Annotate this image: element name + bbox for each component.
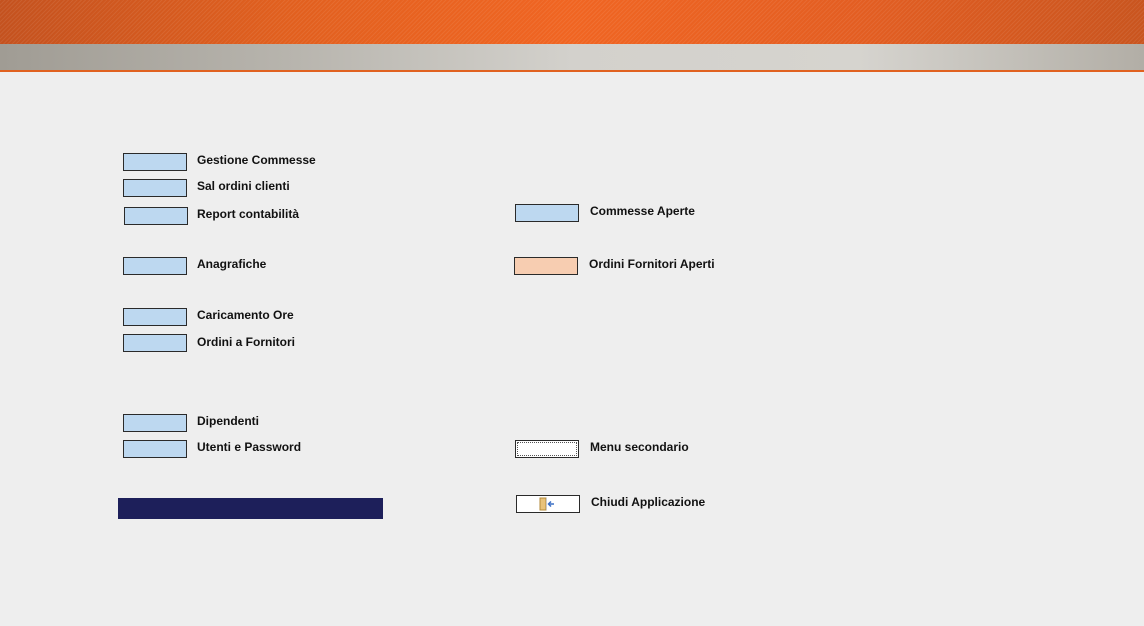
caricamento-ore-label: Caricamento Ore [197,308,294,322]
utenti-e-password-button[interactable] [123,440,187,458]
caricamento-ore-button[interactable] [123,308,187,326]
chiudi-applicazione-label: Chiudi Applicazione [591,495,706,509]
anagrafiche-label: Anagrafiche [197,257,267,271]
header-band [0,0,1144,44]
commesse-aperte-label: Commesse Aperte [590,204,695,218]
chiudi-applicazione-button[interactable] [516,495,580,513]
report-contabilita-label: Report contabilità [197,207,300,221]
gestione-commesse-button[interactable] [123,153,187,171]
ordini-a-fornitori-button[interactable] [123,334,187,352]
dipendenti-label: Dipendenti [197,414,259,428]
menu-secondario-button[interactable] [515,440,579,458]
status-bar [118,498,383,519]
sal-ordini-clienti-button[interactable] [123,179,187,197]
ordini-fornitori-aperti-label: Ordini Fornitori Aperti [589,257,715,271]
utenti-e-password-label: Utenti e Password [197,440,302,454]
menu-secondario-label: Menu secondario [590,440,689,454]
anagrafiche-button[interactable] [123,257,187,275]
ordini-a-fornitori-label: Ordini a Fornitori [197,335,295,349]
report-contabilita-button[interactable] [124,207,188,225]
gestione-commesse-label: Gestione Commesse [197,153,316,167]
commesse-aperte-button[interactable] [515,204,579,222]
dipendenti-button[interactable] [123,414,187,432]
exit-door-icon [539,497,554,511]
sal-ordini-clienti-label: Sal ordini clienti [197,179,290,193]
ordini-fornitori-aperti-button[interactable] [514,257,578,275]
subheader-band [0,44,1144,72]
